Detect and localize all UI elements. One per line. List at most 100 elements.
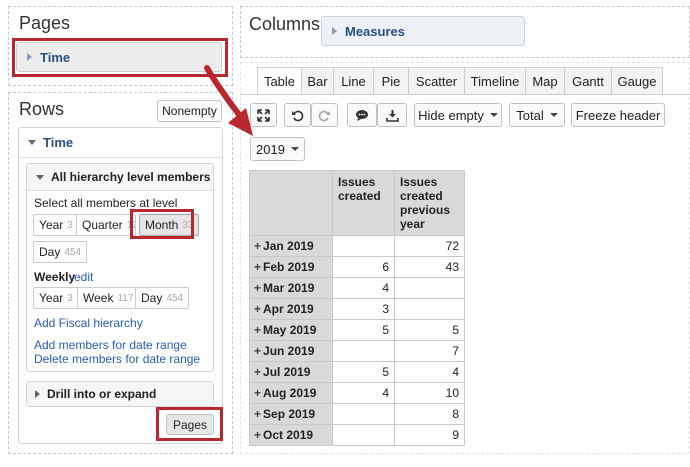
expand-icon — [257, 108, 270, 122]
redo-icon — [318, 110, 330, 121]
tab-gauge[interactable]: Gauge — [611, 67, 663, 94]
page-filter-dropdown[interactable]: 2019 — [250, 137, 305, 161]
expand-plus-icon[interactable]: + — [254, 260, 261, 274]
level-year-count: 3 — [67, 219, 73, 231]
level-month-count: 33 — [182, 219, 194, 231]
row-header[interactable]: + Feb 2019 — [249, 256, 333, 278]
total-dropdown[interactable]: Total — [509, 103, 565, 127]
freeze-header-button[interactable]: Freeze header — [571, 103, 665, 127]
level-month-button[interactable]: Month 33 — [139, 214, 200, 236]
expand-plus-icon[interactable]: + — [254, 281, 261, 295]
hide-empty-dropdown[interactable]: Hide empty — [414, 103, 502, 127]
weekly-edit-link[interactable]: edit — [74, 270, 93, 284]
add-members-link[interactable]: Add members for date range — [34, 338, 187, 352]
row-header[interactable]: + Jan 2019 — [249, 235, 333, 257]
pivot-table: Issues created Issues created previous y… — [249, 170, 465, 446]
tab-pie[interactable]: Pie — [373, 67, 409, 94]
level-day-count: 454 — [64, 246, 82, 258]
drill-header[interactable]: Drill into or expand — [27, 382, 213, 406]
issues-created-cell: 4 — [332, 382, 395, 404]
undo-button[interactable] — [284, 103, 311, 127]
all-members-header[interactable]: All hierarchy level members — [27, 164, 213, 191]
download-icon — [385, 109, 399, 122]
tab-scatter[interactable]: Scatter — [408, 67, 465, 94]
expand-plus-icon[interactable]: + — [254, 365, 261, 379]
level-quarter-button[interactable]: Quarter 12 — [76, 214, 136, 236]
table-row: + Jul 2019 5 4 — [249, 361, 465, 383]
pages-button[interactable]: Pages — [166, 414, 214, 435]
header-issues-created[interactable]: Issues created — [332, 170, 395, 236]
table-row: + Apr 2019 3 — [249, 298, 465, 320]
level-year-button[interactable]: Year 3 — [33, 214, 79, 236]
comment-icon — [356, 109, 368, 121]
weekly-day-button[interactable]: Day 454 — [135, 287, 190, 309]
pages-time-chip[interactable]: Time — [16, 42, 222, 72]
issues-previous-cell: 5 — [394, 319, 465, 341]
level-day-button[interactable]: Day 454 — [33, 241, 88, 263]
row-label: Aug 2019 — [263, 386, 317, 400]
row-header[interactable]: + Oct 2019 — [249, 424, 333, 446]
issues-previous-cell: 4 — [394, 361, 465, 383]
expand-plus-icon[interactable]: + — [254, 323, 261, 337]
corner-header — [249, 170, 333, 236]
all-members-label: All hierarchy level members — [51, 170, 211, 184]
tab-map[interactable]: Map — [525, 67, 565, 94]
fullscreen-button[interactable] — [250, 103, 277, 127]
expand-plus-icon[interactable]: + — [254, 407, 261, 421]
weekly-year-button[interactable]: Year 3 — [33, 287, 79, 309]
level-month-label: Month — [145, 218, 179, 232]
expand-plus-icon[interactable]: + — [254, 239, 261, 253]
tab-table[interactable]: Table — [257, 67, 302, 95]
issues-previous-cell: 10 — [394, 382, 465, 404]
total-label: Total — [516, 107, 544, 123]
export-button[interactable] — [377, 103, 407, 127]
row-header[interactable]: + Jun 2019 — [249, 340, 333, 362]
caret-down-icon — [489, 113, 498, 117]
weekly-week-label: Week — [83, 291, 114, 305]
issues-previous-cell: 72 — [394, 235, 465, 257]
pivot-body: + Jan 2019 72 + Feb 2019 6 43 + Mar 2019 4 + Apr 20… — [249, 235, 465, 446]
chevron-down-icon — [28, 140, 36, 145]
row-label: Oct 2019 — [263, 428, 314, 442]
issues-created-cell — [332, 235, 395, 257]
row-header[interactable]: + Sep 2019 — [249, 403, 333, 425]
row-header[interactable]: + Jul 2019 — [249, 361, 333, 383]
weekly-week-button[interactable]: Week 117 — [77, 287, 140, 309]
chevron-right-icon — [35, 390, 40, 398]
row-label: Apr 2019 — [263, 302, 314, 316]
expand-plus-icon[interactable]: + — [254, 428, 261, 442]
row-header[interactable]: + May 2019 — [249, 319, 333, 341]
issues-previous-cell: 43 — [394, 256, 465, 278]
tab-gantt[interactable]: Gantt — [564, 67, 612, 94]
select-level-label: Select all members at level — [34, 196, 178, 210]
weekly-year-label: Year — [39, 291, 64, 305]
row-label: Jun 2019 — [263, 344, 315, 358]
drill-panel[interactable]: Drill into or expand — [26, 381, 214, 407]
page-filter-label: 2019 — [256, 141, 285, 157]
rows-title: Rows — [19, 99, 65, 119]
weekly-week-count: 117 — [117, 292, 134, 304]
columns-title: Columns — [249, 14, 321, 34]
issues-previous-cell — [394, 277, 465, 299]
expand-plus-icon[interactable]: + — [254, 344, 261, 358]
redo-button[interactable] — [311, 103, 338, 127]
nonempty-button[interactable]: Nonempty — [157, 100, 222, 122]
comment-button[interactable] — [347, 103, 377, 127]
row-header[interactable]: + Mar 2019 — [249, 277, 333, 299]
rows-time-header[interactable]: Time — [19, 128, 222, 158]
tab-line[interactable]: Line — [333, 67, 374, 94]
header-issues-previous[interactable]: Issues created previous year — [394, 170, 465, 236]
issues-previous-cell — [394, 298, 465, 320]
row-label: Sep 2019 — [263, 407, 316, 421]
tab-bar[interactable]: Bar — [301, 67, 334, 94]
row-header[interactable]: + Apr 2019 — [249, 298, 333, 320]
tab-timeline[interactable]: Timeline — [464, 67, 526, 94]
delete-members-link[interactable]: Delete members for date range — [34, 352, 200, 366]
issues-created-cell — [332, 340, 395, 362]
expand-plus-icon[interactable]: + — [254, 386, 261, 400]
row-header[interactable]: + Aug 2019 — [249, 382, 333, 404]
columns-measures-chip[interactable]: Measures — [321, 16, 525, 46]
add-fiscal-link[interactable]: Add Fiscal hierarchy — [34, 316, 143, 330]
issues-created-cell: 4 — [332, 277, 395, 299]
expand-plus-icon[interactable]: + — [254, 302, 261, 316]
